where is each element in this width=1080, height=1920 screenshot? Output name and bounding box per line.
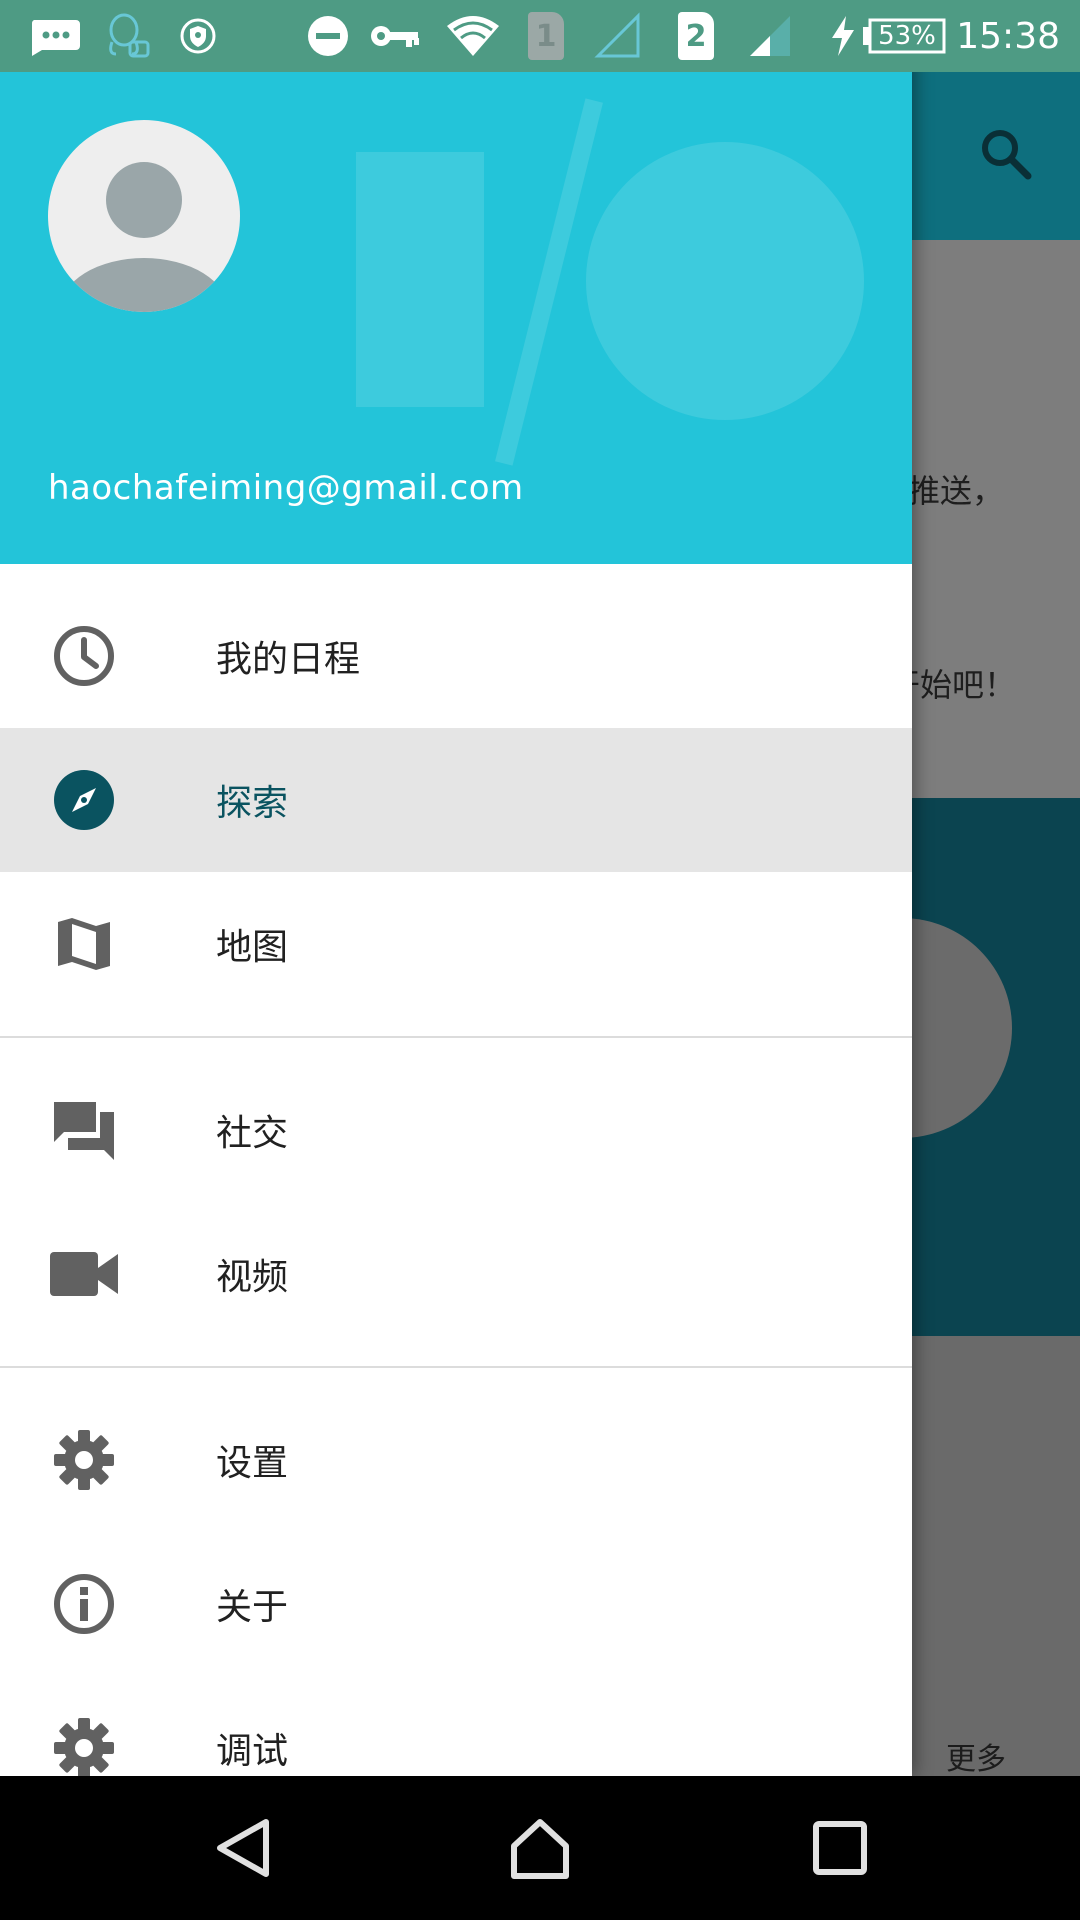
home-icon [511,1819,569,1879]
forum-icon [48,1094,120,1166]
videocam-icon [48,1238,120,1310]
nav-item-label: 视频 [216,1257,289,1298]
header-decor-rect [356,152,484,407]
nav-item-about[interactable]: 关于 [0,1532,912,1676]
drawer-header: haochafeiming@gmail.com [0,0,912,564]
nav-item-label: 我的日程 [216,639,361,680]
background-more-link: 更多 [946,1742,1006,1776]
background-toolbar [912,72,1080,240]
nav-item-label: 地图 [216,927,289,968]
person-placeholder-icon [60,162,228,312]
recents-button[interactable] [804,1812,876,1884]
qq-icon [104,0,150,72]
background-app: 推送， 开始吧！ 更多 [912,72,1080,1776]
charging-icon [830,0,856,72]
avatar[interactable] [48,120,240,312]
nav-divider [0,1036,912,1038]
sim2-icon: 2 [678,0,714,72]
sim2-label: 2 [678,12,714,60]
back-icon [217,1819,269,1877]
status-bar: 1 2 53% 15:38 [0,0,1080,72]
nav-item-debug[interactable]: 调试 [0,1676,912,1776]
nav-item-video[interactable]: 视频 [0,1202,912,1346]
nav-item-label: 关于 [216,1587,289,1628]
gear-icon [48,1424,120,1496]
nav-item-explore[interactable]: 探索 [0,728,912,872]
background-card: 推送， 开始吧！ [912,240,1080,798]
account-email[interactable]: haochafeiming@gmail.com [48,468,524,508]
sim1-label: 1 [528,12,564,60]
do-not-disturb-icon [306,0,350,72]
wifi-icon [444,0,502,72]
clock-icon [48,620,120,692]
info-icon [48,1568,120,1640]
navigation-drawer: haochafeiming@gmail.com 我的日程 探索 地图 社交 视频… [0,0,912,1776]
nav-item-settings[interactable]: 设置 [0,1388,912,1532]
vpn-shield-icon [180,0,216,72]
background-hero-circle [912,918,1012,1138]
compass-icon [48,764,120,836]
battery-percent: 53% [878,21,936,51]
nav-item-my-schedule[interactable]: 我的日程 [0,584,912,728]
background-lower-card: 更多 [912,1336,1080,1776]
system-nav-bar [0,1776,1080,1920]
battery-icon: 53% [862,0,946,72]
sim1-icon: 1 [528,0,564,72]
debug-gear-icon [48,1712,120,1776]
nav-item-map[interactable]: 地图 [0,872,912,1016]
drawer-nav-list: 我的日程 探索 地图 社交 视频 设置 关于 调试 [0,564,912,1776]
back-button[interactable] [206,1812,278,1884]
nav-divider [0,1366,912,1368]
nav-item-label: 设置 [216,1443,289,1484]
status-clock: 15:38 [956,15,1060,57]
map-icon [48,908,120,980]
background-hero [912,798,1080,1408]
screen: 1 2 53% 15:38 推送， 始吧！ 更多 haochafeiming@g… [0,0,1080,1920]
nav-item-label: 探索 [216,783,289,824]
home-button[interactable] [504,1812,576,1884]
recents-icon [813,1821,867,1875]
header-decor-circle [586,142,864,420]
background-card-text-2: 开始吧！ [912,666,1017,704]
nav-item-social[interactable]: 社交 [0,1058,912,1202]
key-icon [370,0,420,72]
signal-icon [746,0,794,72]
background-card-text-1: 推送， [912,472,1005,510]
signal-empty-icon [594,0,642,72]
nav-item-label: 调试 [216,1731,289,1772]
search-icon [978,126,1034,182]
messages-icon [28,0,82,72]
nav-item-label: 社交 [216,1113,289,1154]
